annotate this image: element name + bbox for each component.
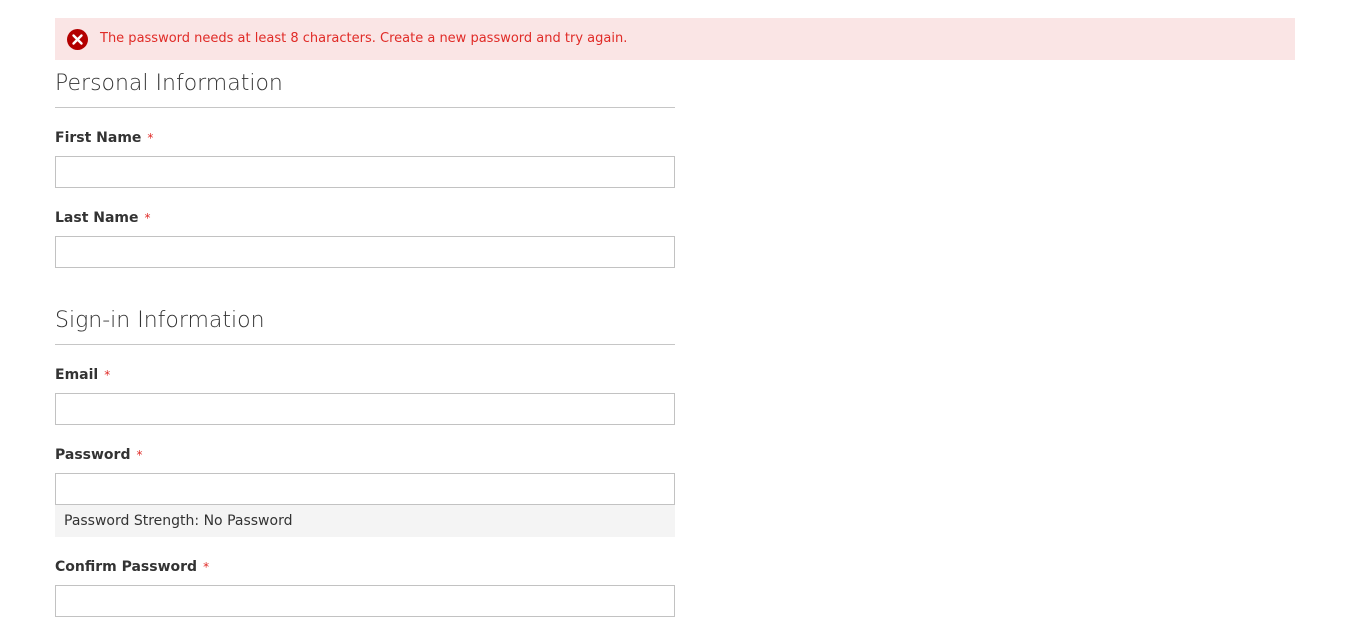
error-message-text: The password needs at least 8 characters… [100, 31, 628, 46]
password-label: Password * [55, 446, 142, 464]
required-asterisk: * [203, 560, 210, 574]
error-message-banner: The password needs at least 8 characters… [55, 18, 1295, 60]
required-asterisk: * [136, 448, 143, 462]
email-label: Email * [55, 366, 110, 384]
personal-information-legend: Personal Information [55, 71, 283, 96]
signin-information-divider [55, 344, 675, 345]
first-name-label-text: First Name [55, 130, 142, 146]
first-name-input[interactable] [55, 156, 675, 188]
password-strength-label: Password Strength: [64, 513, 200, 529]
confirm-password-input[interactable] [55, 585, 675, 617]
required-asterisk: * [104, 368, 111, 382]
email-label-text: Email [55, 367, 99, 383]
last-name-input[interactable] [55, 236, 675, 268]
confirm-password-label: Confirm Password * [55, 558, 209, 576]
personal-information-divider [55, 107, 675, 108]
email-input[interactable] [55, 393, 675, 425]
last-name-label-text: Last Name [55, 210, 139, 226]
required-asterisk: * [144, 211, 151, 225]
password-strength-value: No Password [203, 513, 293, 529]
create-account-form-page: The password needs at least 8 characters… [0, 0, 1366, 643]
signin-information-legend: Sign-in Information [55, 308, 265, 333]
first-name-label: First Name * [55, 129, 153, 147]
error-circle-x-icon [67, 29, 88, 50]
password-label-text: Password [55, 447, 131, 463]
required-asterisk: * [147, 131, 154, 145]
password-strength-meter: Password Strength: No Password [55, 505, 675, 537]
confirm-password-label-text: Confirm Password [55, 559, 198, 575]
password-input[interactable] [55, 473, 675, 505]
last-name-label: Last Name * [55, 209, 151, 227]
